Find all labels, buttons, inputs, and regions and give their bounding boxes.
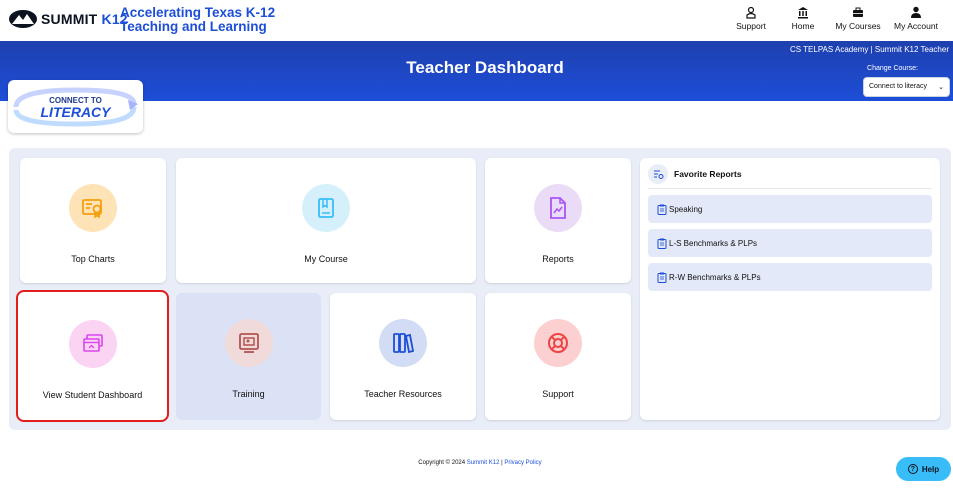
help-button[interactable]: ? Help: [896, 457, 951, 481]
favorite-report-label: Speaking: [669, 204, 703, 214]
company-link[interactable]: Summit K12: [467, 460, 500, 466]
user-icon: [911, 6, 921, 18]
card-view-student-dashboard[interactable]: View Student Dashboard: [16, 290, 169, 422]
copyright-text: Copyright © 2024: [418, 460, 466, 466]
chevron-down-icon: ⌄: [938, 84, 944, 91]
change-course-select[interactable]: Connect to literacy ⌄: [863, 77, 950, 97]
top-nav: Support Home My Courses My Account: [725, 6, 945, 31]
logo-line2: LITERACY: [40, 104, 111, 120]
card-reports[interactable]: Reports: [485, 158, 631, 283]
card-reports-label: Reports: [542, 254, 574, 264]
favorite-reports-header: Favorite Reports: [648, 164, 742, 184]
briefcase-icon: [853, 7, 863, 17]
favorite-reports-title: Favorite Reports: [674, 169, 742, 179]
report-chart-icon: [550, 197, 566, 219]
nav-home-label: Home: [791, 21, 815, 31]
clipboard-icon: [657, 272, 667, 283]
summit-k12-logo[interactable]: SUMMIT K12: [8, 9, 128, 29]
brand-name: SUMMIT: [41, 11, 98, 27]
card-view-student-dashboard-label: View Student Dashboard: [42, 390, 143, 400]
card-support[interactable]: Support: [485, 293, 631, 420]
connect-to-literacy-logo: CONNECT TO LITERACY: [8, 80, 143, 133]
favorite-report-speaking[interactable]: Speaking: [648, 195, 932, 223]
question-icon: ?: [907, 464, 918, 474]
clipboard-icon: [657, 204, 667, 215]
nav-support-label: Support: [736, 21, 766, 31]
favorite-report-label: L-S Benchmarks & PLPs: [669, 238, 758, 248]
books-icon: [393, 333, 415, 354]
favorite-report-ls-benchmarks[interactable]: L-S Benchmarks & PLPs: [648, 229, 932, 257]
privacy-policy-link[interactable]: Privacy Policy: [504, 460, 541, 466]
nav-home[interactable]: Home: [777, 6, 829, 31]
school-user-info: CS TELPAS Academy | Summit K12 Teacher: [789, 45, 949, 54]
lifebuoy-icon: [548, 333, 568, 353]
mountain-logo-icon: [8, 9, 38, 29]
student-dashboard-icon: [82, 334, 103, 352]
training-icon: [238, 333, 259, 353]
list-settings-icon: [653, 170, 663, 179]
nav-my-courses[interactable]: My Courses: [829, 6, 887, 31]
card-my-course-label: My Course: [304, 254, 348, 264]
footer: Copyright © 2024 Summit K12 | Privacy Po…: [0, 460, 953, 466]
clipboard-icon: [657, 238, 667, 249]
favorite-reports-panel: Favorite Reports Speaking L-S Benchmarks…: [640, 158, 940, 420]
tagline-line2: Teaching and Learning: [120, 19, 267, 34]
card-teacher-resources[interactable]: Teacher Resources: [330, 293, 476, 420]
card-training[interactable]: Training: [176, 293, 321, 420]
page-title: Teacher Dashboard: [406, 58, 564, 77]
support-icon: [746, 6, 756, 19]
divider: [648, 188, 932, 189]
footer-separator: |: [501, 460, 503, 466]
tagline: Accelerating Texas K-12 Teaching and Lea…: [120, 6, 275, 34]
tagline-line1: Accelerating Texas K-12: [120, 5, 276, 20]
card-top-charts[interactable]: Top Charts: [20, 158, 166, 283]
home-icon: [798, 7, 808, 19]
nav-my-account[interactable]: My Account: [887, 6, 945, 31]
change-course-label: Change Course:: [867, 65, 918, 72]
certificate-icon: [82, 199, 102, 219]
top-header: SUMMIT K12 Accelerating Texas K-12 Teach…: [0, 0, 953, 41]
help-label: Help: [921, 464, 940, 474]
nav-support[interactable]: Support: [725, 6, 777, 31]
nav-my-courses-label: My Courses: [835, 21, 881, 31]
nav-my-account-label: My Account: [894, 21, 938, 31]
card-top-charts-label: Top Charts: [71, 254, 115, 264]
favorite-report-rw-benchmarks[interactable]: R-W Benchmarks & PLPs: [648, 263, 932, 291]
card-teacher-resources-label: Teacher Resources: [364, 389, 442, 399]
card-support-label: Support: [542, 389, 574, 399]
favorite-report-label: R-W Benchmarks & PLPs: [669, 272, 761, 282]
book-icon: [318, 198, 334, 218]
selected-course: Connect to literacy: [869, 83, 927, 90]
card-training-label: Training: [232, 389, 265, 399]
card-my-course[interactable]: My Course: [176, 158, 476, 283]
